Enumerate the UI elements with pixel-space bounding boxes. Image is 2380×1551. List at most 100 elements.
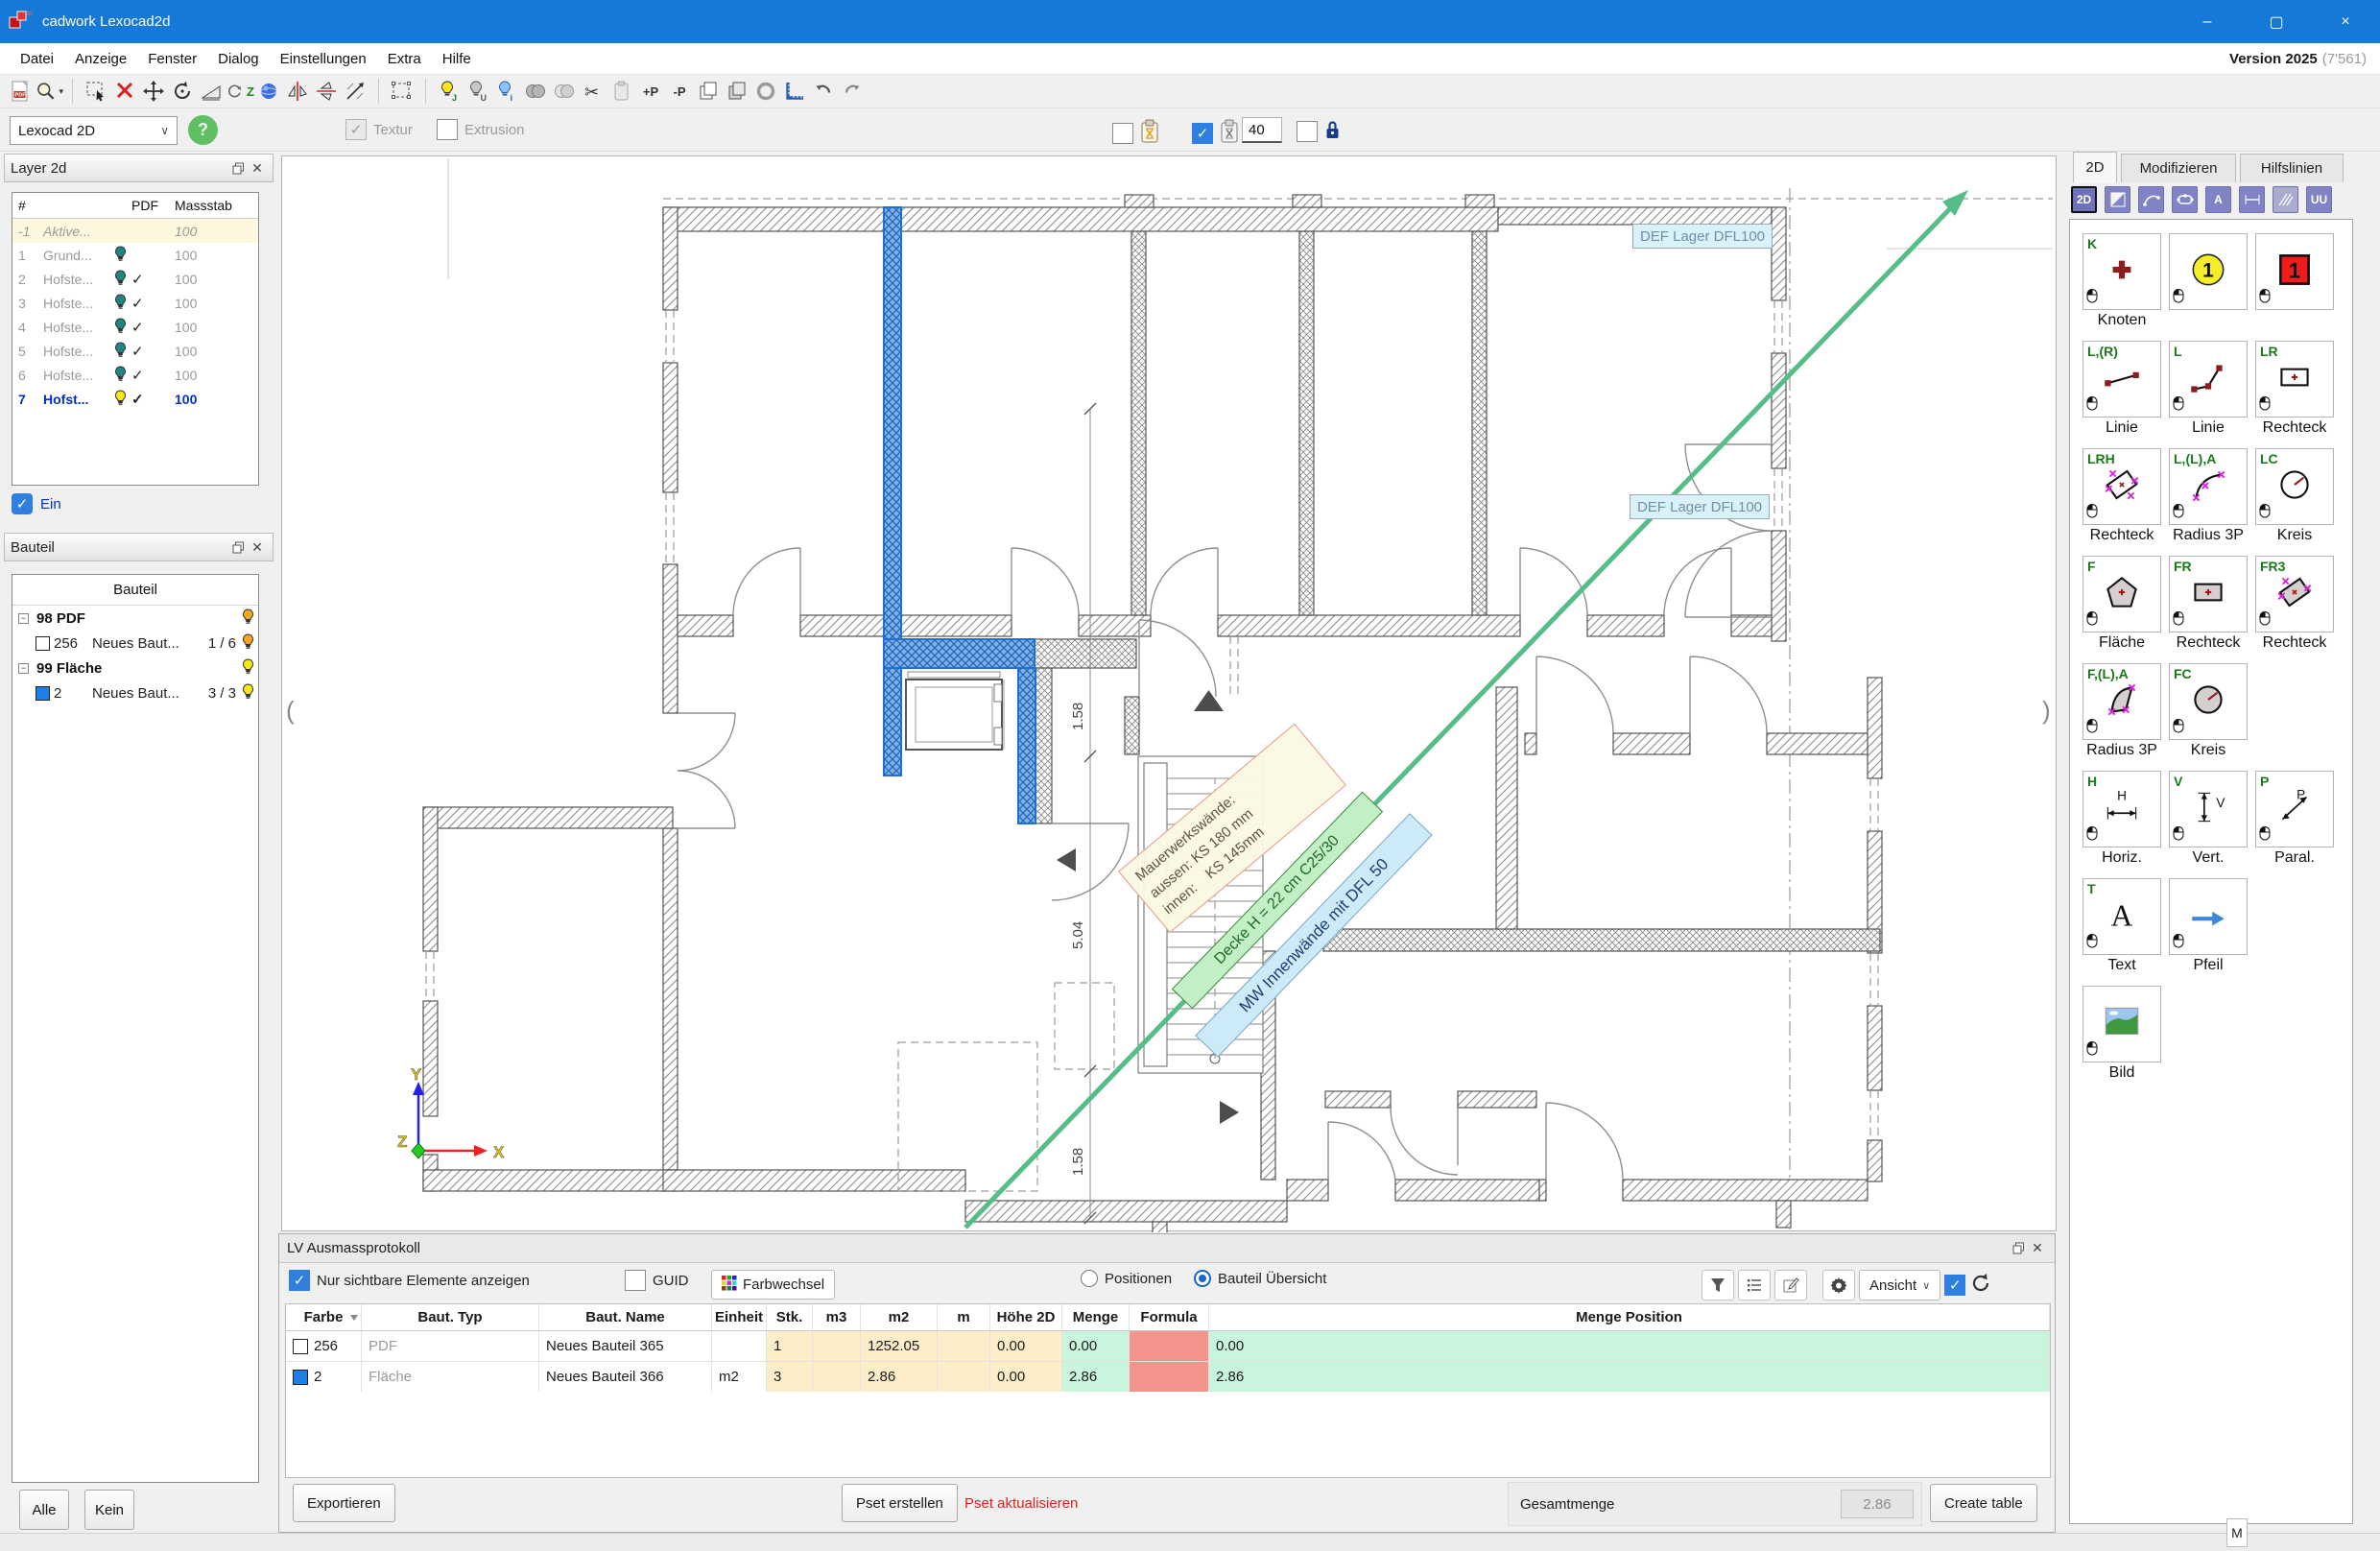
tool-rect-rot-button[interactable]: LRH [2082,448,2161,525]
bulb-icon[interactable] [108,250,126,265]
color-swatch[interactable] [36,636,50,651]
layer-panel-titlebar[interactable]: Layer 2d ✕ [4,154,274,182]
pdf-export-icon[interactable]: PDF [6,78,35,106]
exportieren-button[interactable]: Exportieren [293,1484,395,1522]
create-table-button[interactable]: Create table [1930,1484,2037,1522]
close-panel-icon[interactable]: ✕ [248,537,267,557]
grid-size-input[interactable]: 40 [1242,117,1282,143]
tool-rect-rot-fill-button[interactable]: FR3 [2255,556,2334,632]
float-panel-icon[interactable] [2009,1239,2028,1258]
tool-dim-v-button[interactable]: VV [2169,771,2248,847]
edit-icon[interactable] [1774,1270,1807,1300]
tree-toggle-icon[interactable]: − [18,613,29,624]
layer-on-icon[interactable]: J [435,78,464,106]
kein-button[interactable]: Kein [84,1490,134,1530]
tool-arrow-button[interactable] [2169,878,2248,955]
col-9[interactable]: Menge [1062,1304,1130,1330]
fill-mode-button[interactable] [2105,186,2130,213]
tool-circle-fill-button[interactable]: FC [2169,663,2248,740]
redo-icon[interactable] [838,78,867,106]
menu-datei[interactable]: Datei [10,51,64,67]
pset-aktualisieren-button[interactable]: Pset aktualisieren [951,1484,1091,1522]
col-8[interactable]: Höhe 2D [990,1304,1062,1330]
measure-arrow[interactable] [965,190,1968,1228]
layer-isolate-icon[interactable]: i [492,78,521,106]
clip-toggle-1[interactable] [1112,119,1159,148]
bulb-icon[interactable] [108,394,126,409]
zoom-menu-icon[interactable]: ▾ [35,78,63,106]
bulb-icon[interactable] [108,274,126,289]
stretch-icon[interactable] [341,78,369,106]
bauteil-row[interactable]: −98 PDF [12,606,258,631]
drawing-canvas[interactable]: 1.58 5.04 1.58 Y [281,155,2057,1231]
layer-row[interactable]: 6Hofste...✓100 [12,363,258,387]
bulb-icon[interactable] [242,608,254,629]
layer-off-icon[interactable]: U [464,78,492,106]
bauteil-row[interactable]: −99 Fläche [12,656,258,680]
textur-checkbox[interactable]: ✓Textur [345,119,413,140]
menu-anzeige[interactable]: Anzeige [64,51,137,67]
select-area-icon[interactable] [82,78,110,106]
cut-icon[interactable]: ✂ [579,78,607,106]
positionen-radio[interactable]: Positionen [1081,1270,1172,1287]
tab-modifizieren[interactable]: Modifizieren [2121,154,2236,182]
col-6[interactable]: m2 [861,1304,938,1330]
tool-dim-p-button[interactable]: PP [2255,771,2334,847]
maximize-button[interactable]: ▢ [2242,0,2311,43]
col-3[interactable]: Einheit [712,1304,767,1330]
paste-icon[interactable] [607,78,636,106]
tool-arc-fill-button[interactable]: F,(L),A [2082,663,2161,740]
close-button[interactable]: × [2311,0,2380,43]
tool-circle-button[interactable]: LC [2255,448,2334,525]
tool-arc-button[interactable]: L,(L),A [2169,448,2248,525]
close-panel-icon[interactable]: ✕ [248,158,267,178]
close-panel-icon[interactable]: ✕ [2028,1239,2047,1258]
measure-icon[interactable] [780,78,809,106]
col-11[interactable]: Menge Position [1209,1304,2050,1330]
orbit-icon[interactable] [254,78,283,106]
layer-row[interactable]: 2Hofste...✓100 [12,267,258,291]
tree-toggle-icon[interactable]: − [18,663,29,674]
ring-icon[interactable] [751,78,780,106]
def-lager-label[interactable]: DEF Lager DFL100 [1632,224,1773,249]
curve-mode-button[interactable] [2138,186,2164,213]
help-button[interactable]: ? [188,115,218,145]
move-icon[interactable] [139,78,168,106]
lv-table-row[interactable]: 256PDFNeues Bauteil 36511252.050.000.000… [286,1331,2050,1362]
list-icon[interactable] [1738,1270,1771,1300]
duplicate-icon[interactable] [723,78,751,106]
hatch-mode-button[interactable] [2273,186,2298,213]
filter-icon[interactable] [1702,1270,1734,1300]
bulb-icon[interactable] [108,322,126,337]
tool-line-button[interactable]: L,(R) [2082,341,2161,418]
menu-fenster[interactable]: Fenster [137,51,207,67]
guid-checkbox[interactable]: GUID [625,1270,689,1291]
bauteil-panel-titlebar[interactable]: Bauteil ✕ [4,533,274,561]
text-mode-button[interactable]: A [2205,186,2231,213]
layer-row[interactable]: -1Aktive...100 [12,219,258,243]
menu-einstellungen[interactable]: Einstellungen [270,51,377,67]
col-4[interactable]: Stk. [767,1304,813,1330]
tool-node-button[interactable]: K [2082,233,2161,310]
tool-image-button[interactable] [2082,986,2161,1062]
copy-icon[interactable] [694,78,723,106]
clip-toggle-2[interactable]: ✓ [1192,119,1239,148]
dimension-mode-button[interactable] [2239,186,2265,213]
bulb-icon[interactable] [242,683,254,704]
col-5[interactable]: m3 [813,1304,861,1330]
minimize-button[interactable]: – [2173,0,2242,43]
tool-polyline-button[interactable]: L [2169,341,2248,418]
layer-row[interactable]: 5Hofste...✓100 [12,339,258,363]
show-visible-checkbox[interactable]: ✓Nur sichtbare Elemente anzeigen [289,1270,530,1291]
layer-row[interactable]: 3Hofste...✓100 [12,291,258,315]
lock-toggle[interactable] [1297,119,1341,144]
uu-mode-button[interactable]: UU [2306,186,2332,213]
layer-row[interactable]: 4Hofste...✓100 [12,315,258,339]
lv-table-row[interactable]: 2FlächeNeues Bauteil 366m232.860.002.862… [286,1362,2050,1393]
settings-gear-icon[interactable] [1822,1270,1855,1300]
tool-text-button[interactable]: TA [2082,878,2161,955]
bauteil-row[interactable]: 256Neues Baut...1 / 6 [12,631,258,656]
menu-extra[interactable]: Extra [377,51,432,67]
color-swatch[interactable] [36,686,50,701]
mirror-vertical-icon[interactable] [283,78,312,106]
